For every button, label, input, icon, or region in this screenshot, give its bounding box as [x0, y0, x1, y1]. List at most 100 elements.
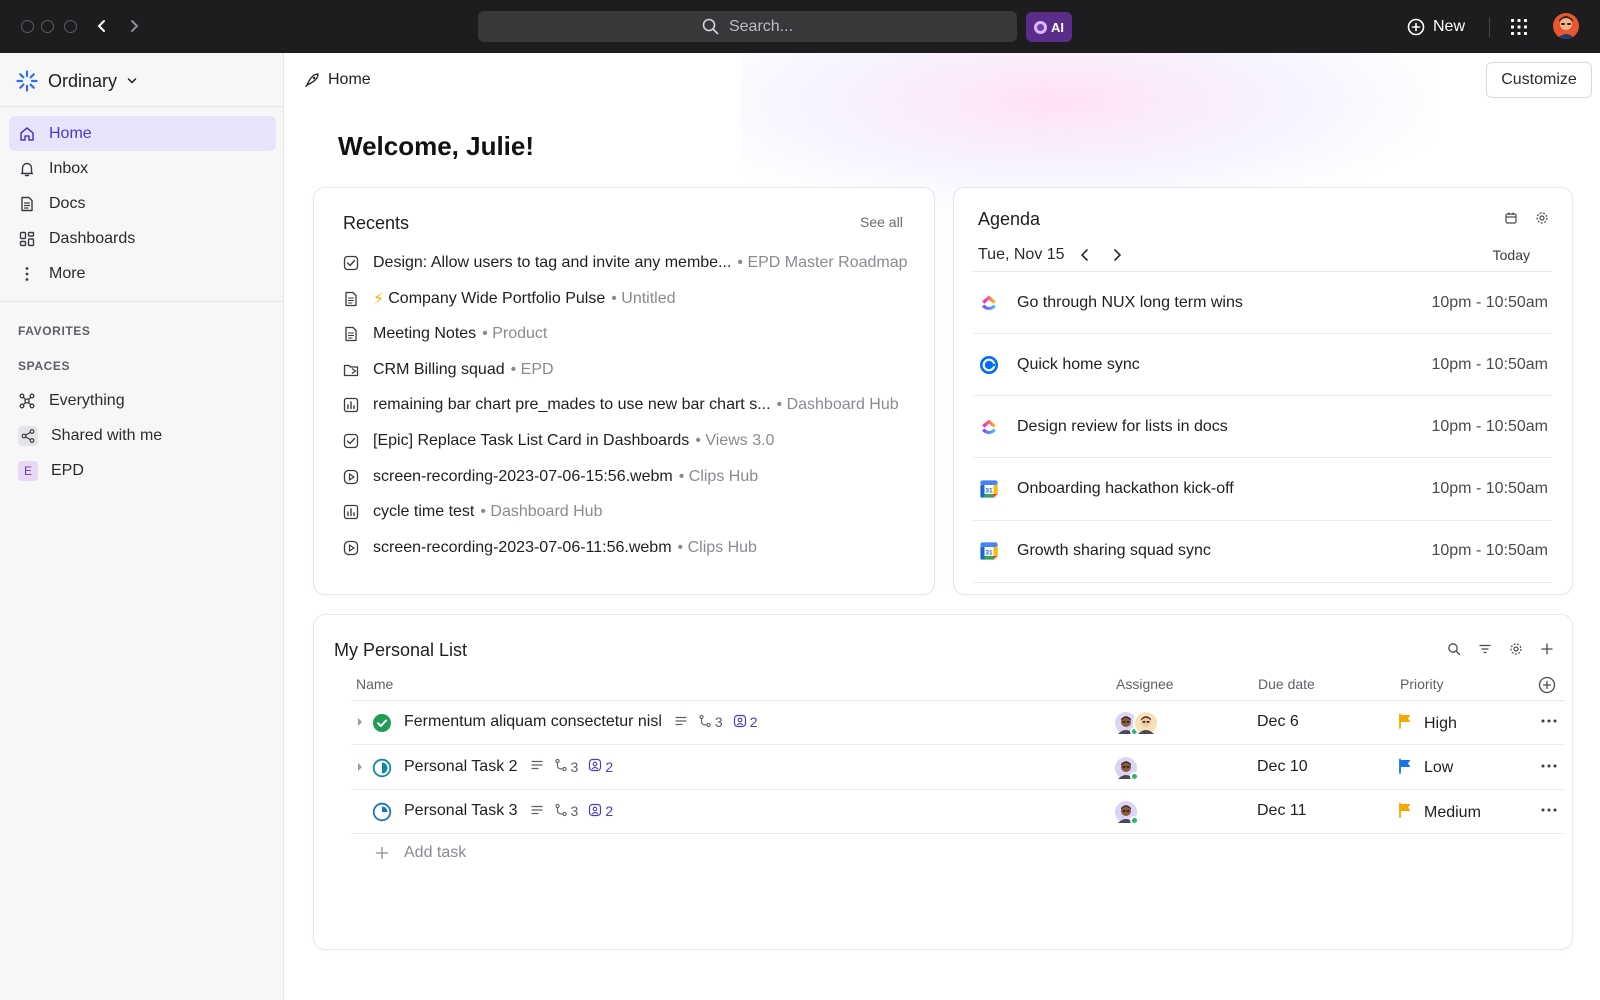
priority-cell[interactable]: Medium	[1398, 802, 1481, 823]
priority-cell[interactable]: High	[1398, 713, 1457, 734]
window-close-button[interactable]	[21, 20, 34, 33]
column-header-name[interactable]: Name	[356, 676, 393, 692]
sidebar-item-shared-with-me[interactable]: Shared with me	[9, 418, 276, 453]
table-row[interactable]: Personal Task 3 3 2 Dec 11 Medium	[351, 790, 1565, 834]
recent-item-name: remaining bar chart pre_mades to use new…	[373, 396, 771, 414]
assignee-cell[interactable]	[1113, 754, 1139, 781]
back-button[interactable]	[90, 14, 114, 38]
status-todo-icon[interactable]	[372, 802, 392, 822]
more-horizontal-icon[interactable]	[1539, 800, 1559, 820]
task-name-cell[interactable]: Personal Task 232	[404, 758, 613, 776]
breadcrumb[interactable]: Home	[304, 68, 371, 92]
dashboard-icon	[18, 230, 36, 248]
sidebar-item-label: Docs	[49, 194, 86, 212]
chevron-left-icon	[97, 20, 105, 32]
plus-icon[interactable]	[1539, 641, 1555, 657]
window-maximize-button[interactable]	[64, 20, 77, 33]
agenda-event[interactable]: 31 Growth sharing squad sync 10pm - 10:50a…	[973, 521, 1552, 583]
sidebar-item-docs[interactable]: Docs	[9, 186, 276, 221]
agenda-event[interactable]: Quick home sync 10pm - 10:50am	[973, 334, 1552, 397]
status-complete-icon[interactable]	[372, 713, 392, 733]
status-in-progress-icon[interactable]	[372, 758, 392, 778]
recent-item[interactable]: CRM Billing squad • EPD	[343, 358, 913, 382]
recent-item[interactable]: screen-recording-2023-07-06-15:56.webm • …	[343, 465, 913, 489]
mention-count[interactable]: 2	[588, 758, 613, 775]
priority-cell[interactable]: Low	[1398, 758, 1453, 779]
add-task-button[interactable]: Add task	[375, 844, 466, 862]
flag-icon	[1398, 758, 1412, 779]
sidebar-item-more[interactable]: More	[9, 256, 276, 291]
due-date[interactable]: Dec 11	[1257, 802, 1307, 820]
forward-button[interactable]	[122, 14, 146, 38]
agenda-event-time: 10pm - 10:50am	[1431, 417, 1548, 435]
column-header-priority[interactable]: Priority	[1400, 676, 1444, 692]
prev-day-button[interactable]	[1079, 248, 1091, 262]
search-bar[interactable]: Search...	[478, 11, 1017, 42]
user-avatar[interactable]	[1553, 13, 1579, 39]
more-horizontal-icon[interactable]	[1539, 711, 1559, 731]
agenda-event-name: Quick home sync	[1017, 355, 1140, 373]
today-button[interactable]: Today	[1493, 247, 1530, 263]
customize-button[interactable]: Customize	[1486, 62, 1592, 98]
column-header-assignee[interactable]: Assignee	[1116, 676, 1174, 692]
due-date[interactable]: Dec 10	[1257, 758, 1308, 776]
expand-caret-icon[interactable]	[355, 760, 365, 774]
recent-item[interactable]: Meeting Notes • Product	[343, 322, 913, 346]
subtask-count[interactable]: 3	[698, 714, 723, 731]
sidebar-item-dashboards[interactable]: Dashboards	[9, 221, 276, 256]
due-date[interactable]: Dec 6	[1257, 713, 1299, 731]
recent-item[interactable]: cycle time test • Dashboard Hub	[343, 500, 913, 524]
agenda-event[interactable]: 31 Onboarding hackathon kick-off 10pm - 10…	[973, 459, 1552, 521]
see-all-link[interactable]: See all	[860, 214, 903, 230]
gear-icon[interactable]	[1534, 210, 1550, 226]
recent-item[interactable]: ⚡ Company Wide Portfolio Pulse • Untitled	[343, 287, 913, 311]
next-day-button[interactable]	[1111, 248, 1123, 262]
workspace-switcher[interactable]: Ordinary	[16, 67, 137, 95]
subtask-count[interactable]: 3	[554, 758, 578, 775]
mention-count[interactable]: 2	[733, 714, 757, 731]
avatar[interactable]	[1133, 710, 1159, 736]
task-name-cell[interactable]: Fermentum aliquam consectetur nisl 3 2	[404, 713, 757, 731]
task-meta: 32	[530, 803, 613, 820]
table-row[interactable]: Fermentum aliquam consectetur nisl 3 2 Dec …	[351, 701, 1565, 745]
column-header-due-date[interactable]: Due date	[1258, 676, 1315, 692]
add-column-icon[interactable]	[1538, 676, 1556, 694]
spaces-heading[interactable]: SPACES	[18, 359, 70, 373]
avatar[interactable]	[1113, 754, 1139, 781]
agenda-event[interactable]: Design review for lists in docs 10pm - 10…	[973, 396, 1552, 459]
sidebar-item-everything[interactable]: Everything	[9, 383, 276, 418]
more-horizontal-icon[interactable]	[1539, 756, 1559, 776]
recent-item[interactable]: Design: Allow users to tag and invite an…	[343, 251, 913, 275]
ai-button[interactable]: AI	[1026, 12, 1072, 42]
gear-icon[interactable]	[1508, 641, 1524, 657]
recent-item-name: Design: Allow users to tag and invite an…	[373, 254, 732, 271]
agenda-event[interactable]: Go through NUX long term wins 10pm - 10:5…	[973, 272, 1552, 334]
subtask-count[interactable]: 3	[554, 803, 578, 820]
new-button[interactable]: New	[1407, 14, 1465, 40]
assignee-cell[interactable]	[1113, 710, 1159, 736]
plus-circle-icon	[1407, 18, 1425, 36]
sidebar-item-inbox[interactable]: Inbox	[9, 151, 276, 186]
favorites-heading[interactable]: FAVORITES	[18, 324, 91, 338]
assignee-cell[interactable]	[1113, 799, 1139, 825]
agenda-date-nav: Tue, Nov 15 Today	[978, 241, 1552, 269]
sidebar-item-epd[interactable]: E EPD	[9, 453, 276, 488]
table-row[interactable]: Personal Task 2 3 2 Dec 10 Low	[351, 746, 1565, 790]
mention-icon	[588, 758, 602, 775]
calendar-icon[interactable]	[1503, 210, 1519, 226]
recent-item[interactable]: remaining bar chart pre_mades to use new…	[343, 393, 913, 417]
task-name-cell[interactable]: Personal Task 332	[404, 802, 613, 820]
recent-item-location: • Dashboard Hub	[480, 503, 603, 521]
apps-grid-icon[interactable]	[1509, 17, 1529, 37]
sidebar-item-home[interactable]: Home	[9, 116, 276, 151]
avatar[interactable]	[1113, 799, 1139, 825]
mention-count[interactable]: 2	[588, 803, 613, 820]
search-icon[interactable]	[1446, 641, 1462, 657]
mention-count-value: 2	[605, 803, 614, 819]
recent-item[interactable]: screen-recording-2023-07-06-11:56.webm • …	[343, 536, 913, 560]
recent-item[interactable]: [Epic] Replace Task List Card in Dashboa…	[343, 429, 913, 453]
window-minimize-button[interactable]	[41, 20, 54, 33]
filter-icon[interactable]	[1477, 641, 1493, 657]
expand-caret-icon[interactable]	[355, 715, 365, 729]
task-meta: 32	[530, 758, 613, 775]
